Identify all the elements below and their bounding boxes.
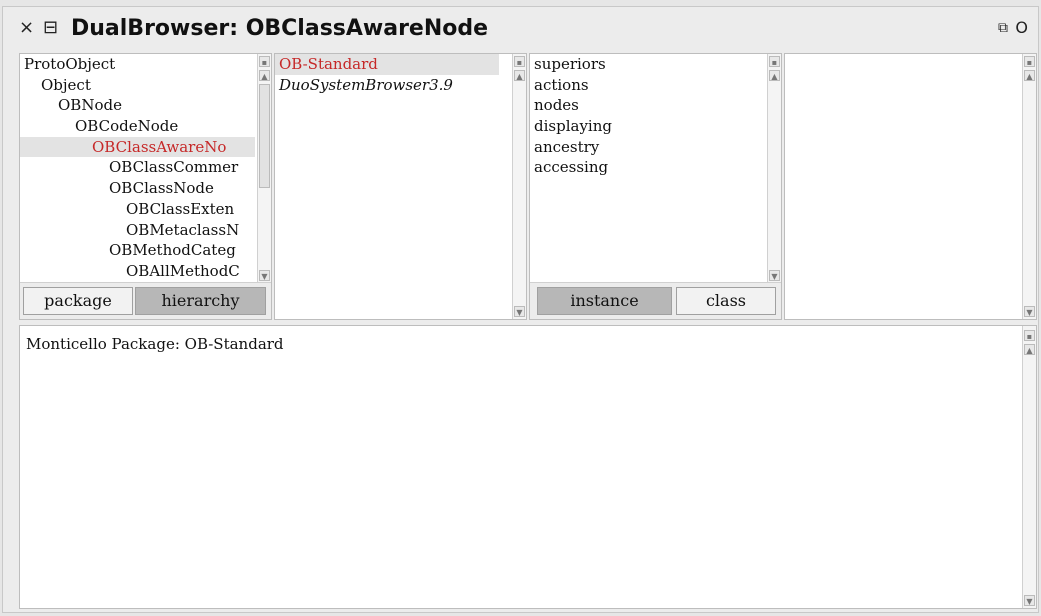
class-list-item[interactable]: OBCodeNode: [20, 116, 255, 137]
class-list-item[interactable]: OBNode: [20, 95, 255, 116]
code-scrollbar[interactable]: ▪ ▲ ▼: [1022, 326, 1036, 608]
collapse-icon[interactable]: ⧉: [998, 20, 1008, 36]
protocol-button-bar: instance class: [530, 282, 781, 319]
scroll-down-icon[interactable]: ▼: [769, 270, 780, 281]
protocol-list-item[interactable]: accessing: [530, 157, 612, 178]
scroll-down-icon[interactable]: ▼: [1024, 306, 1035, 317]
method-pane: ▪ ▲ ▼: [784, 53, 1037, 320]
protocol-list-item[interactable]: ancestry: [530, 137, 612, 158]
class-list-item[interactable]: OBClassNode: [20, 178, 255, 199]
scroll-menu-icon[interactable]: ▪: [259, 56, 270, 67]
instance-button[interactable]: instance: [537, 287, 672, 315]
protocol-list-item[interactable]: actions: [530, 75, 612, 96]
class-list-item[interactable]: OBClassExten: [20, 199, 255, 220]
class-button[interactable]: class: [676, 287, 776, 315]
scroll-menu-icon[interactable]: ▪: [1024, 56, 1035, 67]
window-title: DualBrowser: OBClassAwareNode: [71, 16, 489, 41]
class-list-item[interactable]: OBMethodCateg: [20, 240, 255, 261]
scroll-down-icon[interactable]: ▼: [1024, 595, 1035, 606]
scroll-thumb[interactable]: [259, 84, 270, 188]
protocol-list-item[interactable]: superiors: [530, 54, 612, 75]
browser-window: × ⊟ DualBrowser: OBClassAwareNode ⧉ O Pr…: [2, 6, 1039, 613]
scroll-down-icon[interactable]: ▼: [259, 270, 270, 281]
class-list-item[interactable]: OBMetaclassN: [20, 220, 255, 241]
window-menu-icon[interactable]: ⊟: [43, 17, 58, 38]
protocol-list-item[interactable]: displaying: [530, 116, 612, 137]
package-button[interactable]: package: [23, 287, 133, 315]
package-list: OB-Standard DuoSystemBrowser3.9: [275, 54, 499, 95]
scroll-up-icon[interactable]: ▲: [259, 70, 270, 81]
package-list-scrollbar[interactable]: ▪ ▲ ▼: [512, 54, 526, 319]
code-text[interactable]: Monticello Package: OB-Standard: [26, 335, 284, 353]
class-list-item[interactable]: OBAllMethodC: [20, 261, 255, 282]
scroll-down-icon[interactable]: ▼: [514, 306, 525, 317]
package-list-item[interactable]: OB-Standard: [275, 54, 499, 75]
method-list-scrollbar[interactable]: ▪ ▲ ▼: [1022, 54, 1036, 319]
scroll-up-icon[interactable]: ▲: [1024, 70, 1035, 81]
scroll-up-icon[interactable]: ▲: [1024, 344, 1035, 355]
class-list-item[interactable]: OBClassCommer: [20, 157, 255, 178]
protocol-list-item[interactable]: nodes: [530, 95, 612, 116]
class-list-item[interactable]: OBClassAwareNo: [20, 136, 255, 158]
close-icon[interactable]: ×: [19, 17, 34, 38]
scroll-up-icon[interactable]: ▲: [769, 70, 780, 81]
code-pane[interactable]: Monticello Package: OB-Standard ▪ ▲ ▼: [19, 325, 1037, 609]
protocol-pane: superiors actions nodes displaying ancestry a…: [529, 53, 782, 320]
scroll-menu-icon[interactable]: ▪: [1024, 330, 1035, 341]
class-button-bar: package hierarchy: [20, 282, 271, 319]
title-bar[interactable]: × ⊟ DualBrowser: OBClassAwareNode ⧉ O: [3, 7, 1038, 53]
class-list-item[interactable]: ProtoObject: [20, 54, 255, 75]
class-list-scrollbar[interactable]: ▪ ▲ ▼: [257, 54, 271, 283]
class-hierarchy-pane: ProtoObject Object OBNode OBCodeNode OBClass…: [19, 53, 272, 320]
package-list-item[interactable]: DuoSystemBrowser3.9: [275, 75, 499, 96]
protocol-list: superiors actions nodes displaying ancestry a…: [530, 54, 612, 178]
expand-icon[interactable]: O: [1015, 18, 1028, 37]
class-list-item[interactable]: Object: [20, 75, 255, 96]
protocol-list-scrollbar[interactable]: ▪ ▲ ▼: [767, 54, 781, 283]
scroll-up-icon[interactable]: ▲: [514, 70, 525, 81]
scroll-menu-icon[interactable]: ▪: [514, 56, 525, 67]
hierarchy-button[interactable]: hierarchy: [135, 287, 266, 315]
package-pane: OB-Standard DuoSystemBrowser3.9 ▪ ▲ ▼: [274, 53, 527, 320]
class-list: ProtoObject Object OBNode OBCodeNode OBClass…: [20, 54, 255, 282]
scroll-menu-icon[interactable]: ▪: [769, 56, 780, 67]
